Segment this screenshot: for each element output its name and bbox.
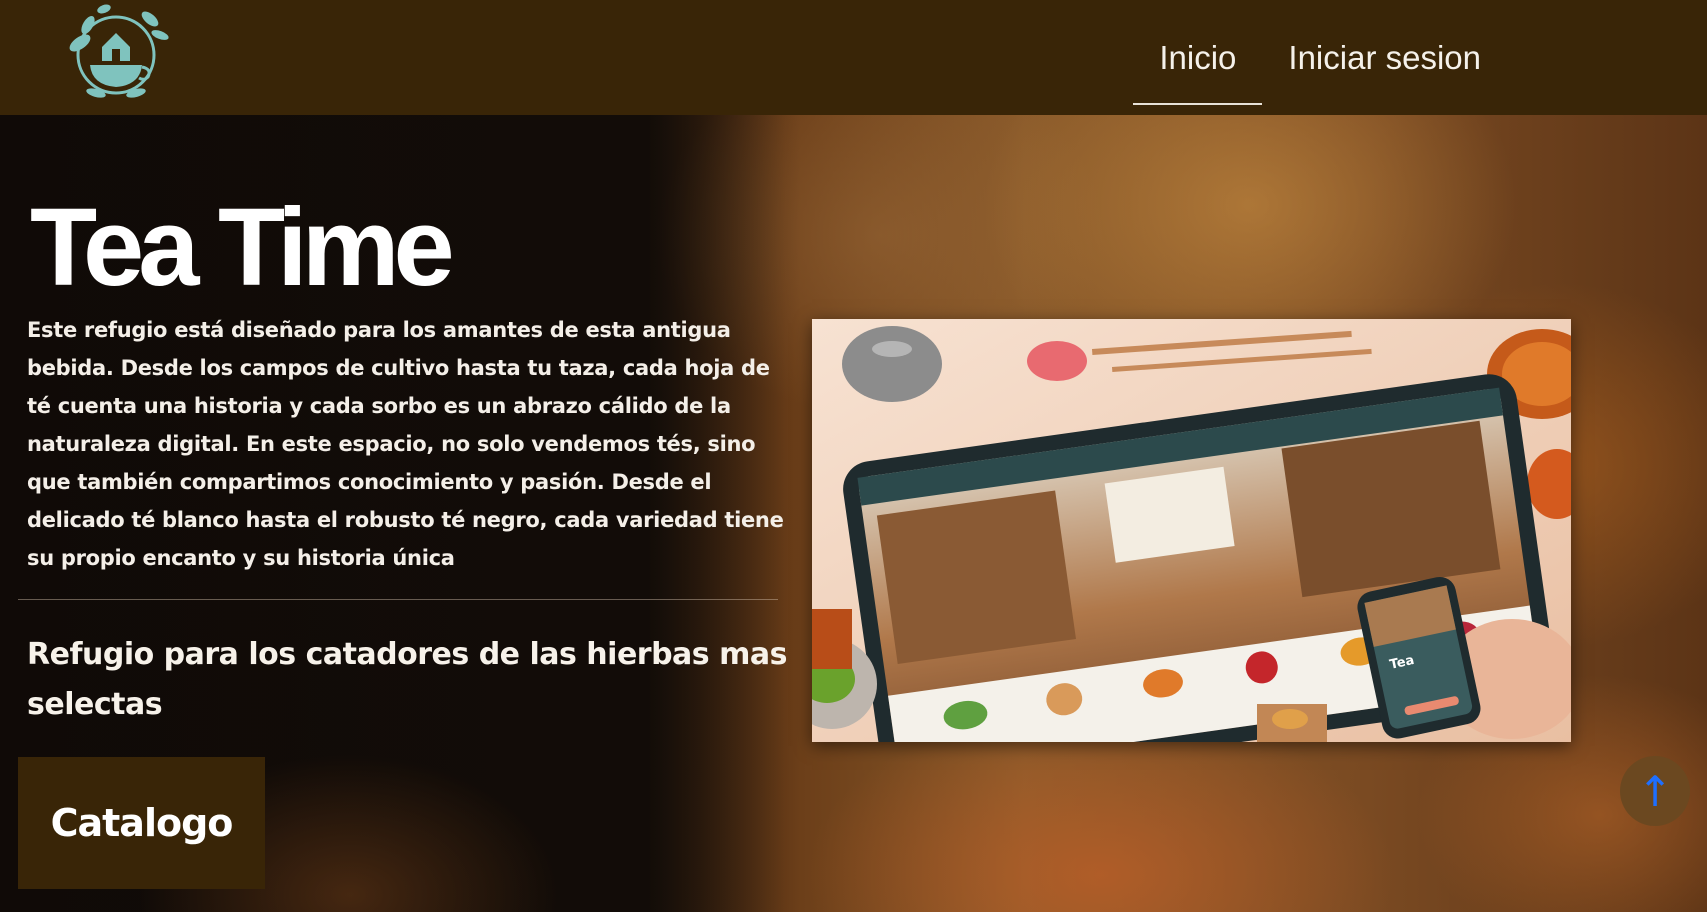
divider bbox=[18, 599, 778, 600]
scroll-to-top-button[interactable]: ↑ bbox=[1620, 756, 1690, 826]
teahouse-logo-icon[interactable] bbox=[64, 3, 174, 101]
nav-iniciar-sesion-link[interactable]: Iniciar sesion bbox=[1262, 10, 1507, 105]
hero-image: Tea bbox=[787, 319, 1597, 789]
nav-links: Inicio Iniciar sesion bbox=[1133, 0, 1507, 115]
navbar: Inicio Iniciar sesion bbox=[0, 0, 1707, 115]
page-title: Tea Time bbox=[30, 186, 455, 309]
catalog-button[interactable]: Catalogo bbox=[18, 757, 265, 889]
nav-inicio-link[interactable]: Inicio bbox=[1133, 10, 1263, 105]
hero-section: Tea Time Este refugio está diseñado para… bbox=[0, 115, 1707, 912]
hero-description: Este refugio está diseñado para los aman… bbox=[27, 318, 784, 570]
hero-subtitle: Refugio para los catadores de las hierba… bbox=[27, 637, 787, 722]
